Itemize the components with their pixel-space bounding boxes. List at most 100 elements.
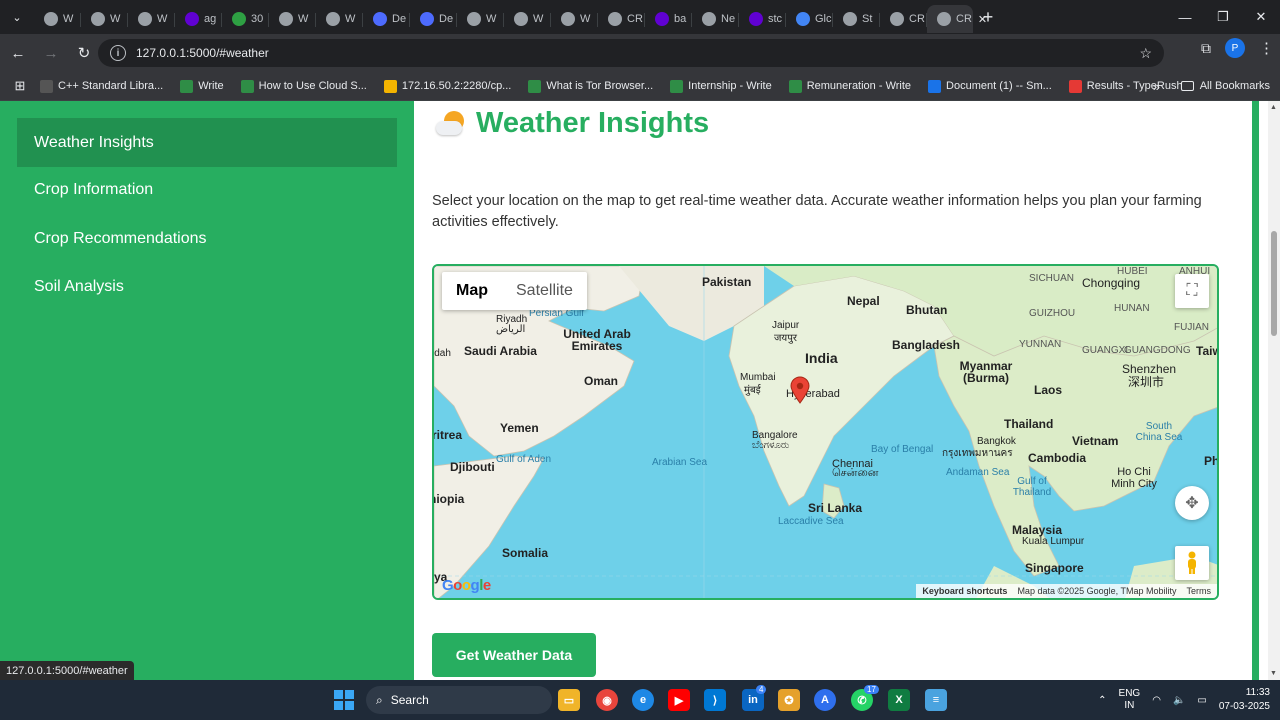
bookmark-item[interactable]: Remuneration - Write [788, 79, 912, 93]
scroll-up-icon[interactable]: ▲ [1270, 104, 1277, 111]
all-bookmarks-button[interactable]: All Bookmarks [1180, 80, 1270, 92]
app-store-icon[interactable]: A [814, 689, 836, 711]
tab-title: stc [768, 13, 783, 25]
tab[interactable]: W [504, 5, 551, 33]
tab-search-button[interactable]: ⌄ [0, 0, 34, 34]
chrome-icon[interactable]: ◉ [596, 689, 618, 711]
close-tab-icon[interactable]: ✕ [978, 13, 987, 26]
fullscreen-icon[interactable]: ⛶ [1175, 274, 1209, 308]
tab[interactable]: W [316, 5, 363, 33]
windows-start-icon[interactable] [334, 690, 354, 710]
gfg-icon [670, 79, 684, 93]
minimize-button[interactable]: — [1166, 0, 1204, 34]
bookmark-item[interactable]: C++ Standard Libra... [40, 79, 163, 93]
page-scrollbar[interactable]: ▲ ▼ [1268, 101, 1280, 680]
battery-icon[interactable]: ▭ [1197, 695, 1206, 706]
clock[interactable]: 11:33 07-03-2025 [1219, 686, 1270, 714]
map-label: Sri Lanka [808, 501, 863, 515]
tab[interactable]: St [833, 5, 880, 33]
camera-control-icon[interactable]: ✥ [1175, 486, 1209, 520]
pegman-icon[interactable] [1175, 546, 1209, 580]
tab[interactable]: stc [739, 5, 786, 33]
tab-active[interactable]: CR ✕ [927, 5, 987, 33]
extensions-icon[interactable]: ⧉ [1201, 40, 1211, 57]
bookmark-item[interactable]: Results - TypeRush [1068, 79, 1183, 93]
file-explorer-icon[interactable]: ▭ [558, 689, 580, 711]
map-label: Djibouti [450, 460, 495, 474]
address-bar[interactable]: i 127.0.0.1:5000/#weather ☆ [98, 39, 1164, 67]
tab[interactable]: W [457, 5, 504, 33]
more-bookmarks-icon[interactable]: » [1153, 79, 1160, 94]
map-type-map-button[interactable]: Map [442, 272, 502, 310]
bookmark-star-icon[interactable]: ☆ [1139, 45, 1152, 62]
tab[interactable]: Glc [786, 5, 833, 33]
tab[interactable]: W [128, 5, 175, 33]
bookmark-item[interactable]: Document (1) -- Sm... [928, 79, 1052, 93]
bookmark-item[interactable]: What is Tor Browser... [528, 79, 653, 93]
scrollbar-thumb[interactable] [1271, 231, 1277, 336]
openai-icon [138, 12, 152, 26]
scroll-down-icon[interactable]: ▼ [1270, 670, 1277, 677]
maximize-button[interactable]: ❐ [1204, 0, 1242, 34]
reload-button[interactable]: ↻ [69, 38, 99, 68]
notepad-icon[interactable]: ≡ [925, 689, 947, 711]
close-window-button[interactable]: ✕ [1242, 0, 1280, 34]
spark-icon [843, 12, 857, 26]
tab[interactable]: ag [175, 5, 222, 33]
forward-button[interactable]: → [36, 38, 66, 68]
apps-icon[interactable]: ⊞ [0, 78, 40, 94]
show-hidden-icons-icon[interactable]: ⌃ [1098, 695, 1106, 706]
tab[interactable]: 30 [222, 5, 269, 33]
map-label: South China Sea [1135, 421, 1183, 443]
tab-title: CR [956, 13, 972, 25]
sidebar-item-soil-analysis[interactable]: Soil Analysis [17, 262, 397, 311]
back-button[interactable]: ← [3, 38, 33, 68]
keyboard-shortcuts-link[interactable]: Keyboard shortcuts [922, 586, 1007, 596]
location-map[interactable]: Pakistan SICHUAN Chongqing HUBEI ANHUI N… [432, 264, 1219, 600]
tab[interactable]: De [410, 5, 457, 33]
bookmark-label: Results - TypeRush [1086, 80, 1183, 92]
tab[interactable]: ba [645, 5, 692, 33]
map-type-satellite-button[interactable]: Satellite [502, 272, 587, 310]
sidebar-item-weather-insights[interactable]: Weather Insights [17, 118, 397, 167]
clock-date: 07-03-2025 [1218, 701, 1270, 712]
menu-icon[interactable]: ⋮ [1259, 39, 1274, 57]
location-pin-icon[interactable] [789, 376, 811, 404]
tab[interactable]: CR [880, 5, 927, 33]
youtube-icon[interactable]: ▶ [668, 689, 690, 711]
map-label: Singapore [1025, 561, 1084, 575]
bookmark-item[interactable]: 172.16.50.2:2280/cp... [383, 79, 511, 93]
map-label: Nepal [847, 294, 880, 308]
bookmark-item[interactable]: Write [180, 79, 224, 93]
tab-title: W [157, 13, 168, 25]
excel-icon[interactable]: X [888, 689, 910, 711]
tab[interactable]: W [81, 5, 128, 33]
google-logo: Google [442, 577, 491, 594]
tab[interactable]: W [34, 5, 81, 33]
tab[interactable]: Ne [692, 5, 739, 33]
tab[interactable]: W [551, 5, 598, 33]
bookmark-item[interactable]: Internship - Write [670, 79, 772, 93]
map-label: YUNNAN [1019, 339, 1062, 350]
award-icon[interactable]: ✪ [778, 689, 800, 711]
volume-icon[interactable]: 🔈 [1173, 695, 1185, 706]
site-info-icon[interactable]: i [110, 45, 126, 61]
tab[interactable]: CR [598, 5, 645, 33]
profile-avatar[interactable]: P [1225, 38, 1245, 58]
terms-link[interactable]: Terms [1187, 586, 1212, 596]
sidebar-item-crop-information[interactable]: Crop Information [17, 165, 397, 214]
all-bookmarks-label: All Bookmarks [1199, 80, 1270, 92]
vscode-icon[interactable]: ⟩ [704, 689, 726, 711]
get-weather-data-button[interactable]: Get Weather Data [432, 633, 596, 677]
taskbar-search[interactable]: ⌕ Search [366, 686, 552, 714]
edge-icon[interactable]: e [632, 689, 654, 711]
wifi-icon[interactable]: ◠ [1152, 695, 1161, 706]
tab[interactable]: De [363, 5, 410, 33]
map-label: 深圳市 [1128, 375, 1165, 389]
bookmark-label: Remuneration - Write [806, 80, 912, 92]
tab[interactable]: W [269, 5, 316, 33]
bookmark-item[interactable]: How to Use Cloud S... [240, 79, 367, 93]
language-indicator[interactable]: ENG IN [1119, 688, 1141, 712]
sidebar-item-crop-recommendations[interactable]: Crop Recommendations [17, 214, 397, 263]
tab-title: W [298, 13, 309, 25]
